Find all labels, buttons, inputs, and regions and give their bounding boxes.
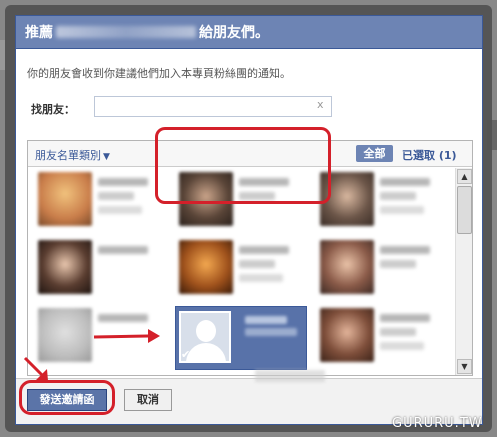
tab-selected[interactable]: 已選取 (1) [402,147,457,163]
silhouette-body [186,343,226,361]
title-suffix: 給朋友們。 [199,25,269,41]
friend-avatar [38,308,92,362]
title-prefix: 推薦 [25,25,53,41]
friend-avatar [320,240,374,294]
friend-list-scrollbar[interactable]: ▲ ▼ [455,168,472,375]
friend-name-redacted [98,178,148,186]
annotation-arrow-icon [93,329,160,343]
friend-name-redacted [380,178,430,186]
friend-name-redacted [380,342,424,350]
friend-item[interactable] [310,236,448,299]
friend-avatar [320,308,374,362]
friend-name-redacted [239,274,283,282]
tooltip-redacted [255,370,325,382]
friend-item[interactable] [310,304,448,367]
cancel-button[interactable]: 取消 [124,389,172,411]
clear-search-icon[interactable]: x [317,98,324,111]
friend-avatar [38,172,92,226]
chevron-down-icon: ▼ [103,152,110,162]
send-invitations-button[interactable]: 發送邀請函 [27,389,107,411]
annotation-arrow-icon [23,356,48,381]
scroll-up-icon[interactable]: ▲ [457,169,472,184]
friend-item-selected[interactable]: ✔ [175,306,313,370]
friend-name-redacted [380,328,416,336]
friend-name-redacted [380,206,424,214]
selection-highlight [155,127,331,204]
friend-name-redacted [98,246,148,254]
checkmark-icon: ✔ [181,348,191,361]
notice-text: 你的朋友會收到你建議他們加入本專頁粉絲團的通知。 [27,67,291,80]
friend-item[interactable] [28,236,166,299]
friend-category-dropdown[interactable]: 朋友名單類別 ▼ [35,147,110,163]
scroll-thumb[interactable] [457,186,472,234]
scroll-down-icon[interactable]: ▼ [457,359,472,374]
friend-name-redacted [98,314,148,322]
friend-name-redacted [380,246,430,254]
page-name-redacted [56,26,196,38]
silhouette-head [196,320,216,342]
friend-name-redacted [380,314,430,322]
friend-avatar [38,240,92,294]
friend-name-redacted [98,192,134,200]
find-friends-label: 找朋友： [31,103,75,116]
find-friends-input[interactable] [94,96,332,117]
recommend-dialog: 推薦 給朋友們。 你的朋友會收到你建議他們加入本專頁粉絲團的通知。 找朋友： x… [15,15,483,425]
friend-name-redacted [245,328,297,336]
friend-name-redacted [239,260,275,268]
friend-name-redacted [239,246,289,254]
friend-name-redacted [245,316,287,324]
friend-name-redacted [380,192,416,200]
friend-name-redacted [98,206,142,214]
friend-item[interactable] [28,168,166,231]
friend-name-redacted [380,260,416,268]
watermark: GURURU.TW [392,416,483,431]
friend-avatar [179,240,233,294]
friend-item[interactable] [169,236,307,299]
dialog-title: 推薦 給朋友們。 [16,16,482,49]
tab-all[interactable]: 全部 [356,145,393,162]
friend-category-label: 朋友名單類別 [35,149,101,162]
